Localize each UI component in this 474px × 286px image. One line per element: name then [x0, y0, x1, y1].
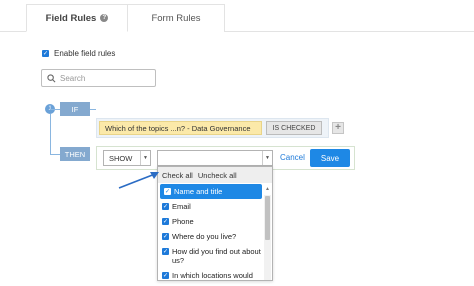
dropdown-item[interactable]: ✓ Email [158, 199, 264, 214]
search-icon [47, 73, 56, 83]
checkbox-checked-icon[interactable]: ✓ [162, 233, 169, 240]
dropdown-item[interactable]: ✓ In which locations would [158, 268, 264, 280]
dropdown-item[interactable]: ✓ Phone [158, 214, 264, 229]
dropdown-item[interactable]: ✓ Name and title [160, 184, 262, 199]
uncheck-all-link[interactable]: Uncheck all [198, 171, 237, 180]
search-input[interactable] [60, 73, 150, 83]
dropdown-scrollbar-thumb[interactable] [265, 196, 270, 240]
then-tag: THEN [60, 147, 90, 161]
dropdown-item-label: How did you find out about us? [172, 247, 261, 265]
dropdown-list: ✓ Name and title ✓ Email ✓ Phone ✓ Where… [158, 184, 264, 280]
tab-field-rules[interactable]: Field Rules ? [26, 4, 128, 32]
dropdown-item-label: Email [172, 202, 191, 211]
checkbox-checked-icon[interactable]: ✓ [162, 248, 169, 255]
dropdown-item-label: Phone [172, 217, 194, 226]
target-fields-select[interactable]: ▼ [157, 150, 273, 166]
target-fields-dropdown: Check all Uncheck all ✓ Name and title ✓… [157, 166, 273, 281]
chevron-down-icon: ▼ [262, 151, 272, 165]
enable-field-rules-label: Enable field rules [54, 49, 116, 58]
tree-connector [90, 109, 96, 110]
dropdown-item[interactable]: ✓ How did you find out about us? [158, 244, 264, 268]
dropdown-header: Check all Uncheck all [158, 167, 272, 183]
condition-operator[interactable]: IS CHECKED [266, 121, 322, 135]
save-button[interactable]: Save [310, 149, 350, 167]
dropdown-item-label: In which locations would [172, 271, 253, 280]
tree-connector [50, 154, 60, 155]
action-select[interactable]: SHOW ▼ [103, 150, 151, 166]
if-tag: IF [60, 102, 90, 116]
help-icon[interactable]: ? [100, 14, 109, 22]
dropdown-item-label: Where do you live? [172, 232, 237, 241]
checkbox-checked-icon[interactable]: ✓ [162, 218, 169, 225]
dropdown-item-label: Name and title [174, 187, 223, 196]
enable-field-rules-checkbox[interactable]: ✓ [42, 50, 49, 57]
search-field[interactable] [41, 69, 156, 87]
tab-form-rules[interactable]: Form Rules [128, 4, 225, 32]
tab-bar: Field Rules ? Form Rules [0, 0, 474, 32]
tree-connector [50, 109, 60, 110]
cancel-link[interactable]: Cancel [280, 153, 305, 162]
condition-field[interactable]: Which of the topics ...n? - Data Governa… [99, 121, 262, 135]
dropdown-item[interactable]: ✓ Where do you live? [158, 229, 264, 244]
check-all-link[interactable]: Check all [162, 171, 193, 180]
add-condition-button[interactable]: + [332, 122, 344, 134]
annotation-arrow-icon [118, 172, 159, 189]
scroll-up-arrow-icon[interactable]: ▲ [264, 185, 271, 193]
tab-field-rules-label: Field Rules [45, 12, 97, 24]
action-select-value: SHOW [109, 153, 133, 163]
enable-field-rules-row[interactable]: ✓ Enable field rules [42, 49, 115, 58]
checkbox-checked-icon[interactable]: ✓ [162, 272, 169, 279]
checkbox-checked-icon[interactable]: ✓ [162, 203, 169, 210]
chevron-down-icon: ▼ [140, 151, 150, 165]
tree-connector [50, 114, 51, 154]
checkbox-checked-icon[interactable]: ✓ [164, 188, 171, 195]
tab-form-rules-label: Form Rules [151, 13, 201, 24]
